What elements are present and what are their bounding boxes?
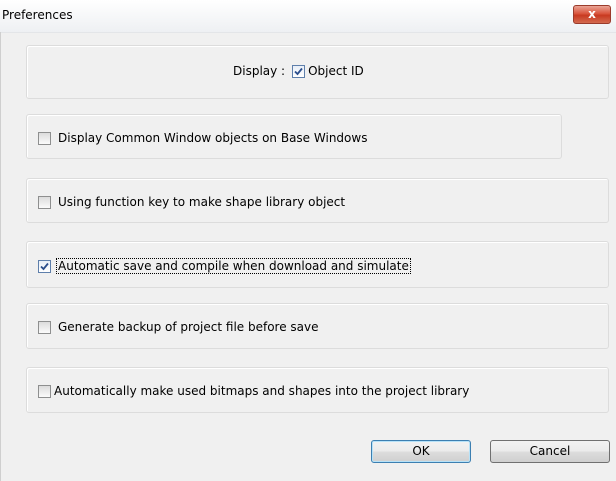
object-id-label: Object ID [308,64,364,78]
close-button[interactable]: x [573,5,611,24]
auto-save-checkbox[interactable] [38,259,51,273]
common-window-checkbox[interactable] [38,131,51,145]
title-bar: Preferences x [0,0,616,33]
option-group-common-window: Display Common Window objects on Base Wi… [26,114,562,159]
close-icon: x [588,7,596,21]
auto-save-label: Automatic save and compile when download… [56,258,411,274]
option-group-function-key: Using function key to make shape library… [26,178,609,223]
auto-library-label: Automatically make used bitmaps and shap… [54,384,470,398]
ok-button[interactable]: OK [371,440,471,463]
cancel-button[interactable]: Cancel [490,440,610,463]
checkmark-icon [294,67,303,75]
backup-checkbox[interactable] [38,320,51,334]
function-key-label: Using function key to make shape library… [58,195,346,209]
window-border [0,32,1,481]
option-group-auto-save: Automatic save and compile when download… [26,241,609,288]
object-id-checkbox[interactable] [292,64,306,78]
display-label: Display : [233,64,286,78]
checkmark-icon [40,262,49,270]
auto-library-checkbox[interactable] [38,384,51,398]
option-group-backup: Generate backup of project file before s… [26,303,609,349]
common-window-label: Display Common Window objects on Base Wi… [58,131,368,145]
window-title: Preferences [2,8,73,22]
preferences-dialog: Preferences x Display : Object ID Displa… [0,0,616,481]
function-key-checkbox[interactable] [38,195,51,209]
display-group: Display : Object ID [26,45,609,99]
option-group-auto-library: Automatically make used bitmaps and shap… [26,367,609,413]
backup-label: Generate backup of project file before s… [58,320,319,334]
